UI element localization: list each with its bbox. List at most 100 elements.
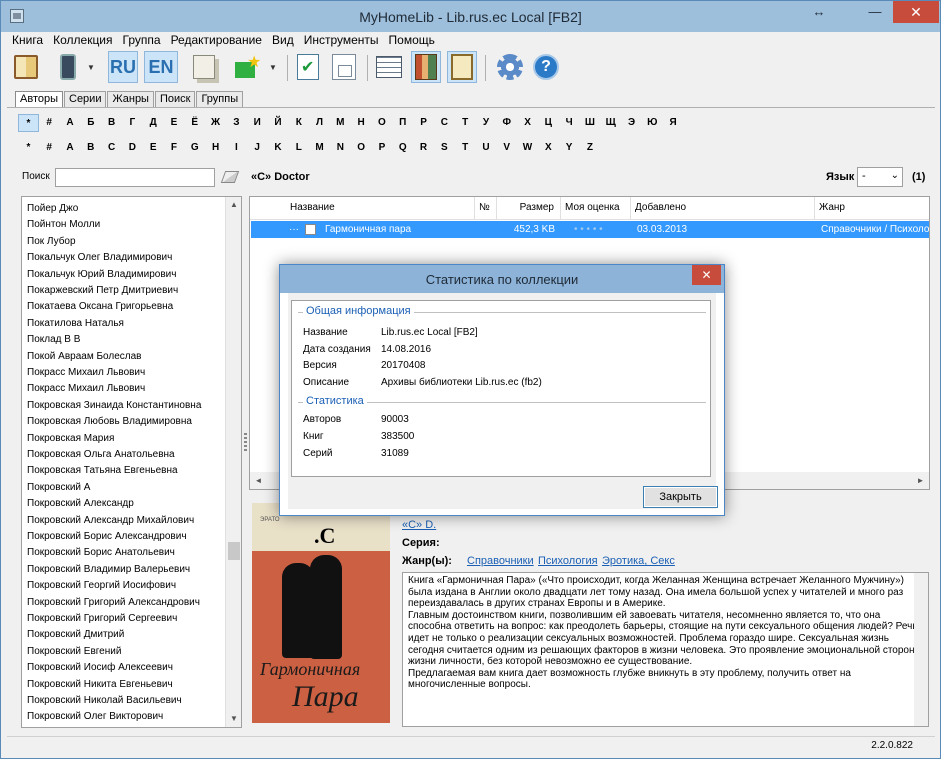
letter-button[interactable]: Й [268, 114, 289, 132]
annotation-scrollbar[interactable] [914, 573, 928, 726]
list-item[interactable]: Пойер Джо [27, 201, 78, 217]
letter-button[interactable]: К [288, 114, 309, 132]
author-list[interactable]: Покровский Олег Викторович Покровский Ник… [21, 196, 242, 728]
close-button[interactable]: ✕ [893, 1, 939, 23]
column-genre[interactable]: Жанр [815, 197, 929, 219]
letter-button[interactable]: Ц [538, 114, 559, 132]
list-item[interactable]: Покровский Георгий Иосифович [27, 578, 176, 594]
letter-button[interactable]: Ч [559, 114, 580, 132]
menu-help[interactable]: Помощь [384, 32, 440, 49]
list-item[interactable]: Покровский Григорий Александрович [27, 595, 200, 611]
scroll-thumb[interactable] [228, 542, 240, 560]
letter-button[interactable]: G [184, 139, 205, 157]
column-added[interactable]: Добавлено [631, 197, 815, 219]
column-title[interactable]: Название [286, 197, 475, 219]
letter-button[interactable]: Ш [580, 114, 601, 132]
letter-button[interactable]: Р [413, 114, 434, 132]
list-item[interactable]: Покатаева Оксана Григорьевна [27, 299, 173, 315]
letter-button[interactable]: * [18, 114, 39, 132]
letter-button[interactable]: Б [80, 114, 101, 132]
letter-button[interactable]: C [101, 139, 122, 157]
letter-button[interactable]: W [517, 139, 538, 157]
letter-button[interactable]: Ю [642, 114, 663, 132]
letter-button[interactable]: A [60, 139, 81, 157]
copy-button[interactable] [189, 51, 219, 83]
letter-button[interactable]: Щ [600, 114, 621, 132]
dialog-close-icon[interactable]: ✕ [692, 265, 721, 285]
favorite-dropdown-icon[interactable]: ▼ [269, 63, 277, 72]
table-view-button[interactable] [374, 51, 404, 83]
bookshelf-view-button[interactable] [411, 51, 441, 83]
menu-tools[interactable]: Инструменты [299, 32, 384, 49]
info-panel-button[interactable] [447, 51, 477, 83]
list-item[interactable]: Покровский Иосиф Алексеевич [27, 660, 173, 676]
letter-button[interactable]: N [330, 139, 351, 157]
author-list-scrollbar[interactable]: ▲ ▼ [225, 197, 241, 727]
letter-button[interactable]: O [351, 139, 372, 157]
list-item[interactable]: Покровский Олег Викторович [27, 709, 163, 725]
title-bar[interactable]: MyHomeLib - Lib.rus.ec Local [FB2] ↔ — ✕ [1, 1, 940, 32]
column-number[interactable]: № [475, 197, 497, 219]
settings-button[interactable] [495, 51, 525, 83]
row-checkbox[interactable] [305, 224, 316, 235]
letter-button[interactable]: П [392, 114, 413, 132]
list-item[interactable]: Покровский Александр [27, 496, 134, 512]
letter-button[interactable]: V [496, 139, 517, 157]
letter-button[interactable]: R [413, 139, 434, 157]
letter-button[interactable]: У [476, 114, 497, 132]
menu-group[interactable]: Группа [118, 32, 166, 49]
genre-link-erotica[interactable]: Эротика, Секс [602, 555, 675, 567]
scroll-right-icon[interactable]: ► [912, 472, 929, 489]
row-expander-icon[interactable]: ··· [289, 221, 303, 238]
letter-button[interactable]: M [309, 139, 330, 157]
tab-genres[interactable]: Жанры [107, 91, 154, 108]
tab-search[interactable]: Поиск [154, 91, 196, 108]
genre-link-reference[interactable]: Справочники [467, 555, 534, 567]
documents-button[interactable] [329, 51, 359, 83]
resize-icon[interactable]: ↔ [801, 1, 837, 23]
letter-button[interactable]: U [476, 139, 497, 157]
list-item[interactable]: Покаржевский Петр Дмитриевич [27, 283, 178, 299]
list-item[interactable]: Покровский Григорий Сергеевич [27, 611, 177, 627]
menu-book[interactable]: Книга [7, 32, 48, 49]
list-item[interactable]: Покрасс Михаил Львович [27, 365, 145, 381]
letter-button[interactable]: И [247, 114, 268, 132]
letter-button[interactable]: Е [164, 114, 185, 132]
list-item[interactable]: Поклад В В [27, 332, 80, 348]
list-item[interactable]: Покровский Дмитрий [27, 627, 124, 643]
letter-button[interactable]: Д [143, 114, 164, 132]
menu-collection[interactable]: Коллекция [48, 32, 117, 49]
search-input[interactable] [55, 168, 215, 187]
book-rating[interactable]: • • • • • [574, 221, 634, 238]
letter-button[interactable]: F [164, 139, 185, 157]
list-item[interactable]: Покровский А [27, 480, 90, 496]
menu-view[interactable]: Вид [267, 32, 299, 49]
letter-button[interactable]: Т [455, 114, 476, 132]
device-dropdown-icon[interactable]: ▼ [87, 63, 95, 72]
author-link[interactable]: «С» D. [402, 519, 436, 531]
list-item[interactable]: Пок Лубор [27, 234, 76, 250]
lang-ru-button[interactable]: RU [108, 51, 138, 83]
letter-button[interactable]: S [434, 139, 455, 157]
letter-button[interactable]: В [101, 114, 122, 132]
list-item[interactable]: Покрасс Михаил Львович [27, 381, 145, 397]
letter-button[interactable]: * [18, 139, 39, 157]
tab-authors[interactable]: Авторы [15, 91, 63, 108]
lang-en-button[interactable]: EN [144, 51, 178, 83]
list-item[interactable]: Покровский Николай Васильевич [27, 693, 182, 709]
eraser-icon[interactable] [220, 171, 240, 183]
letter-button[interactable]: # [39, 114, 60, 132]
letter-button[interactable]: Л [309, 114, 330, 132]
letter-button[interactable]: А [60, 114, 81, 132]
column-size[interactable]: Размер [497, 197, 561, 219]
letter-button[interactable]: E [143, 139, 164, 157]
letter-button[interactable]: Х [517, 114, 538, 132]
letter-button[interactable]: Y [559, 139, 580, 157]
menu-edit[interactable]: Редактирование [166, 32, 267, 49]
letter-button[interactable]: D [122, 139, 143, 157]
device-button[interactable] [53, 51, 83, 83]
letter-button[interactable]: М [330, 114, 351, 132]
help-button[interactable]: ? [531, 51, 561, 83]
list-item[interactable]: Покровский Борис Александрович [27, 529, 187, 545]
letter-button[interactable]: Ф [496, 114, 517, 132]
